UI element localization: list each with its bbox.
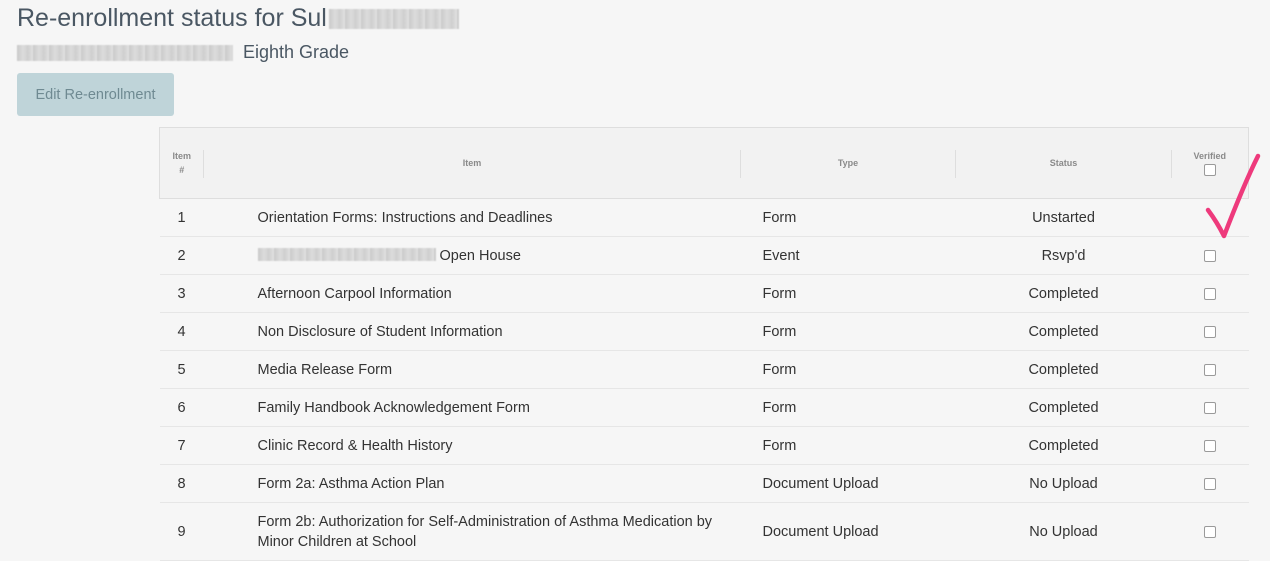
row-status: Completed [1028, 323, 1099, 340]
row-number: 6 [177, 399, 186, 416]
edit-re-enrollment-button[interactable]: Edit Re-enrollment [17, 73, 174, 116]
row-status: Completed [1028, 437, 1099, 454]
table-row: 9 Form 2b: Authorization for Self-Admini… [159, 503, 1249, 561]
row-number: 9 [177, 523, 186, 540]
row-item-text: Open House [439, 247, 521, 264]
verified-checkbox[interactable] [1204, 439, 1216, 452]
table-row: 1 Orientation Forms: Instructions and De… [159, 199, 1249, 237]
row-item: Clinic Record & Health History [257, 437, 453, 454]
row-type: Form [762, 399, 797, 416]
row-type: Event [762, 247, 800, 264]
row-number: 4 [177, 323, 186, 340]
row-status: Unstarted [1032, 209, 1095, 226]
row-item: Form 2b: Authorization for Self-Administ… [257, 513, 713, 550]
row-verified-cell [1172, 503, 1249, 561]
row-type: Form [762, 285, 797, 302]
row-status: Completed [1028, 361, 1099, 378]
col-header-item-number: Item # [159, 127, 204, 199]
page-title: Re-enrollment status for Sul [17, 4, 459, 33]
verified-checkbox[interactable] [1204, 287, 1216, 300]
verified-checkbox[interactable] [1204, 401, 1216, 414]
table-header-row: Item # Item Type Status Verified [159, 127, 1249, 199]
row-number: 3 [177, 285, 186, 302]
row-number: 8 [177, 475, 186, 492]
row-item: Open House [204, 237, 741, 275]
row-verified-cell [1172, 427, 1249, 465]
verified-checkbox[interactable] [1204, 363, 1216, 376]
re-enrollment-table: Item # Item Type Status Verified 1 Orien… [159, 127, 1249, 561]
table-row: 8 Form 2a: Asthma Action Plan Document U… [159, 465, 1249, 503]
student-subtitle: Eighth Grade [17, 42, 349, 63]
col-header-item-number-label: Item # [172, 151, 191, 175]
row-verified-cell [1172, 275, 1249, 313]
row-status: Rsvp'd [1041, 247, 1086, 264]
row-item: Orientation Forms: Instructions and Dead… [257, 209, 553, 226]
redacted-student-name [328, 8, 459, 29]
table-row: 4 Non Disclosure of Student Information … [159, 313, 1249, 351]
row-type: Form [762, 323, 797, 340]
row-verified-cell [1172, 351, 1249, 389]
row-number: 7 [177, 437, 186, 454]
row-number: 1 [177, 209, 186, 226]
verified-checkbox[interactable] [1204, 325, 1216, 338]
row-verified-cell [1172, 313, 1249, 351]
row-status: Completed [1028, 285, 1099, 302]
verified-checkbox[interactable] [1204, 477, 1216, 490]
verified-checkbox[interactable] [1204, 525, 1216, 538]
row-number: 2 [177, 247, 186, 264]
col-header-status: Status [955, 127, 1172, 199]
col-header-item: Item [203, 127, 741, 199]
page-title-text: Re-enrollment status for Sul [17, 4, 327, 32]
table-row: 3 Afternoon Carpool Information Form Com… [159, 275, 1249, 313]
row-verified-cell [1172, 237, 1249, 275]
row-verified-cell [1172, 465, 1249, 503]
row-type: Form [762, 209, 797, 226]
row-type: Form [762, 437, 797, 454]
row-type: Document Upload [762, 523, 879, 540]
row-item: Form 2a: Asthma Action Plan [257, 475, 445, 492]
redacted-school-name [17, 44, 233, 61]
col-header-status-label: Status [1049, 158, 1078, 168]
col-header-type: Type [740, 127, 956, 199]
row-type: Form [762, 361, 797, 378]
row-item: Media Release Form [257, 361, 393, 378]
row-status: No Upload [1029, 475, 1098, 492]
table-row: 6 Family Handbook Acknowledgement Form F… [159, 389, 1249, 427]
grade-label: Eighth Grade [243, 42, 350, 62]
redacted-event-name [257, 247, 436, 261]
table-row: 5 Media Release Form Form Completed [159, 351, 1249, 389]
col-header-item-label: Item [462, 158, 482, 168]
row-item: Non Disclosure of Student Information [257, 323, 503, 340]
col-header-type-label: Type [837, 158, 859, 168]
row-status: Completed [1028, 399, 1099, 416]
checkmark-annotation-icon [1205, 153, 1261, 239]
row-verified-cell [1172, 389, 1249, 427]
row-status: No Upload [1029, 523, 1098, 540]
table-row: 2 Open House Event Rsvp'd [159, 237, 1249, 275]
table-row: 7 Clinic Record & Health History Form Co… [159, 427, 1249, 465]
row-item: Family Handbook Acknowledgement Form [257, 399, 530, 416]
verified-checkbox[interactable] [1204, 249, 1216, 262]
row-type: Document Upload [762, 475, 879, 492]
row-item: Afternoon Carpool Information [257, 285, 452, 302]
row-number: 5 [177, 361, 186, 378]
